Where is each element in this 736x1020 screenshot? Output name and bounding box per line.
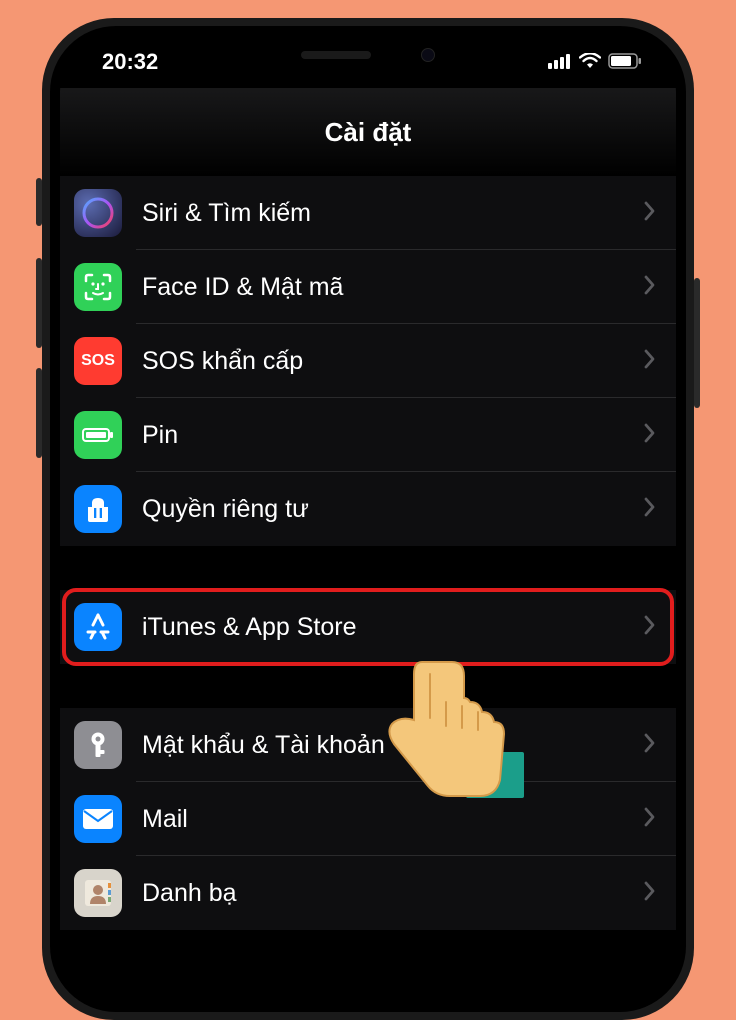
nav-header: Cài đặt: [60, 88, 676, 176]
row-faceid[interactable]: Face ID & Mật mã: [60, 250, 676, 324]
row-privacy[interactable]: Quyền riêng tư: [60, 472, 676, 546]
page-title: Cài đặt: [325, 117, 412, 148]
settings-section: Siri & Tìm kiếm Face ID & Mật mã SOS: [60, 176, 676, 546]
row-label: iTunes & App Store: [142, 613, 644, 642]
row-siri[interactable]: Siri & Tìm kiếm: [60, 176, 676, 250]
row-label: Pin: [142, 421, 644, 450]
privacy-icon: [74, 485, 122, 533]
row-battery[interactable]: Pin: [60, 398, 676, 472]
wifi-icon: [579, 49, 601, 75]
chevron-right-icon: [644, 423, 656, 448]
chevron-right-icon: [644, 349, 656, 374]
sos-icon: SOS: [74, 337, 122, 385]
chevron-right-icon: [644, 497, 656, 522]
contacts-icon: [74, 869, 122, 917]
row-mail[interactable]: Mail: [60, 782, 676, 856]
siri-icon: [74, 189, 122, 237]
settings-list[interactable]: Siri & Tìm kiếm Face ID & Mật mã SOS: [60, 176, 676, 930]
row-label: SOS khẩn cấp: [142, 347, 644, 376]
chevron-right-icon: [644, 615, 656, 640]
battery-icon: [608, 49, 642, 75]
row-label: Siri & Tìm kiếm: [142, 199, 644, 228]
row-sos[interactable]: SOS SOS khẩn cấp: [60, 324, 676, 398]
mail-icon: [74, 795, 122, 843]
passwords-icon: [74, 721, 122, 769]
chevron-right-icon: [644, 807, 656, 832]
faceid-icon: [74, 263, 122, 311]
appstore-icon: [74, 603, 122, 651]
phone-frame: 20:32 Cài đặt: [42, 18, 694, 1020]
row-label: Danh bạ: [142, 879, 644, 908]
pointer-hand-annotation: [370, 654, 530, 819]
chevron-right-icon: [644, 881, 656, 906]
side-button: [36, 258, 42, 348]
status-time: 20:32: [102, 49, 158, 75]
row-passwords[interactable]: Mật khẩu & Tài khoản: [60, 708, 676, 782]
chevron-right-icon: [644, 201, 656, 226]
settings-section: Mật khẩu & Tài khoản Mail: [60, 708, 676, 930]
chevron-right-icon: [644, 733, 656, 758]
row-appstore[interactable]: iTunes & App Store: [60, 590, 676, 664]
battery-setting-icon: [74, 411, 122, 459]
row-label: Quyền riêng tư: [142, 495, 644, 524]
settings-section: iTunes & App Store: [60, 590, 676, 664]
chevron-right-icon: [644, 275, 656, 300]
speaker: [301, 51, 371, 59]
side-button: [36, 368, 42, 458]
row-label: Face ID & Mật mã: [142, 273, 644, 302]
notch: [218, 36, 518, 74]
cellular-icon: [548, 49, 572, 75]
side-button: [694, 278, 700, 408]
row-contacts[interactable]: Danh bạ: [60, 856, 676, 930]
side-button: [36, 178, 42, 226]
camera: [421, 48, 435, 62]
screen: 20:32 Cài đặt: [60, 36, 676, 1002]
